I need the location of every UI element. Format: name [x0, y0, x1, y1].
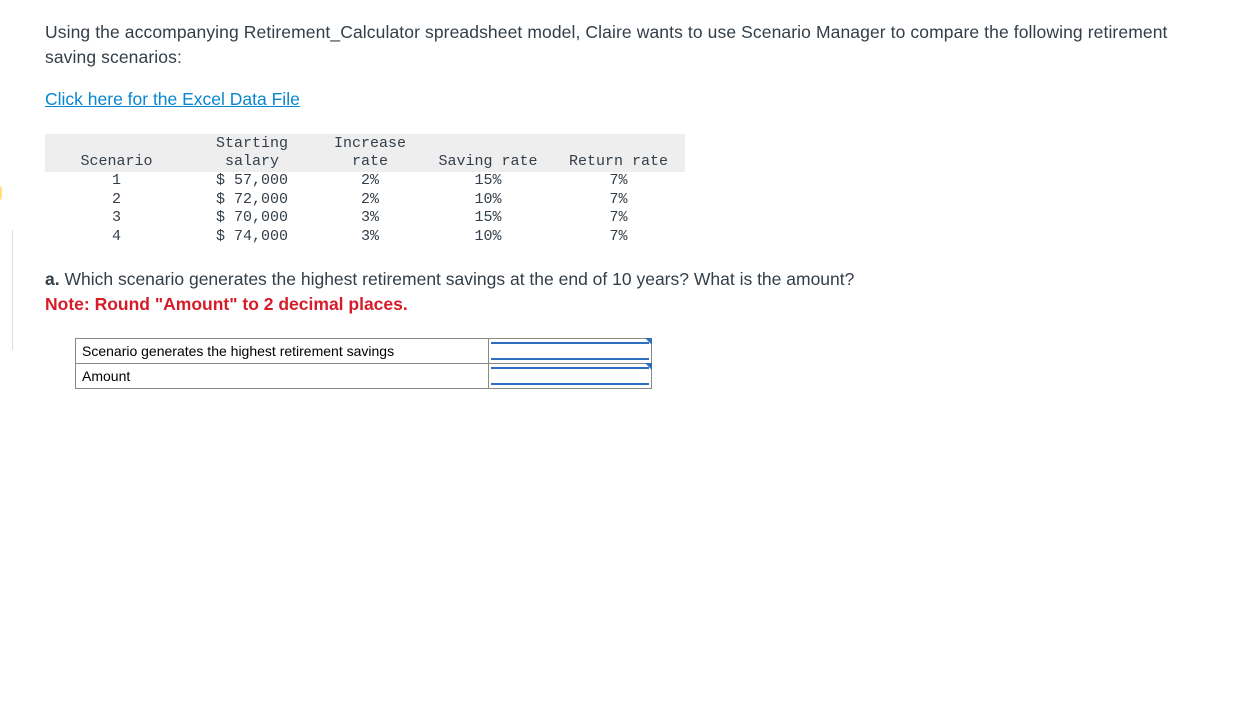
header-salary: Starting salary	[188, 134, 316, 172]
answer-row-label: Amount	[76, 363, 489, 388]
cell-scenario: 3	[45, 209, 188, 228]
corner-indicator-icon	[645, 363, 652, 370]
header-saving: Saving rate	[424, 134, 552, 172]
question-block: a. Which scenario generates the highest …	[45, 267, 1214, 318]
table-row: 1 $ 57,000 2% 15% 7%	[45, 172, 685, 191]
answer-input-cell	[489, 338, 652, 363]
cell-increase: 3%	[316, 209, 424, 228]
header-increase-l2: rate	[352, 153, 388, 170]
header-return: Return rate	[552, 134, 685, 172]
cell-saving: 15%	[424, 172, 552, 191]
header-return-text: Return rate	[569, 153, 668, 170]
question-tag: a.	[45, 269, 60, 289]
answer-row-label: Scenario generates the highest retiremen…	[76, 338, 489, 363]
header-scenario-l2: Scenario	[80, 153, 152, 170]
header-saving-text: Saving rate	[438, 153, 537, 170]
answer-table: Scenario generates the highest retiremen…	[75, 338, 652, 389]
cell-saving: 15%	[424, 209, 552, 228]
excel-file-link[interactable]: Click here for the Excel Data File	[45, 89, 300, 110]
corner-indicator-icon	[645, 338, 652, 345]
question-text: Which scenario generates the highest ret…	[60, 269, 855, 289]
header-increase-l1: Increase	[334, 135, 406, 152]
cell-salary: $ 57,000	[188, 172, 316, 191]
cell-scenario: 1	[45, 172, 188, 191]
table-row: 3 $ 70,000 3% 15% 7%	[45, 209, 685, 228]
cell-salary: $ 74,000	[188, 228, 316, 247]
cell-salary: $ 70,000	[188, 209, 316, 228]
cell-return: 7%	[552, 209, 685, 228]
question-note: Note: Round "Amount" to 2 decimal places…	[45, 294, 408, 314]
intro-paragraph: Using the accompanying Retirement_Calcul…	[45, 20, 1214, 71]
table-row: 2 $ 72,000 2% 10% 7%	[45, 191, 685, 210]
cell-return: 7%	[552, 172, 685, 191]
header-increase: Increase rate	[316, 134, 424, 172]
cell-return: 7%	[552, 191, 685, 210]
cell-salary: $ 72,000	[188, 191, 316, 210]
cell-return: 7%	[552, 228, 685, 247]
header-scenario: Scenario	[45, 134, 188, 172]
cell-saving: 10%	[424, 191, 552, 210]
scenario-answer-input[interactable]	[491, 342, 649, 360]
header-salary-l2: salary	[225, 153, 279, 170]
cell-scenario: 2	[45, 191, 188, 210]
amount-answer-input[interactable]	[491, 367, 649, 385]
table-row: 4 $ 74,000 3% 10% 7%	[45, 228, 685, 247]
answer-input-cell	[489, 363, 652, 388]
cell-increase: 2%	[316, 191, 424, 210]
page-left-marker	[0, 184, 2, 202]
page-left-divider	[12, 230, 14, 350]
cell-increase: 3%	[316, 228, 424, 247]
scenario-table: Scenario Starting salary Increase rate S…	[45, 134, 685, 247]
header-salary-l1: Starting	[216, 135, 288, 152]
cell-saving: 10%	[424, 228, 552, 247]
cell-increase: 2%	[316, 172, 424, 191]
cell-scenario: 4	[45, 228, 188, 247]
